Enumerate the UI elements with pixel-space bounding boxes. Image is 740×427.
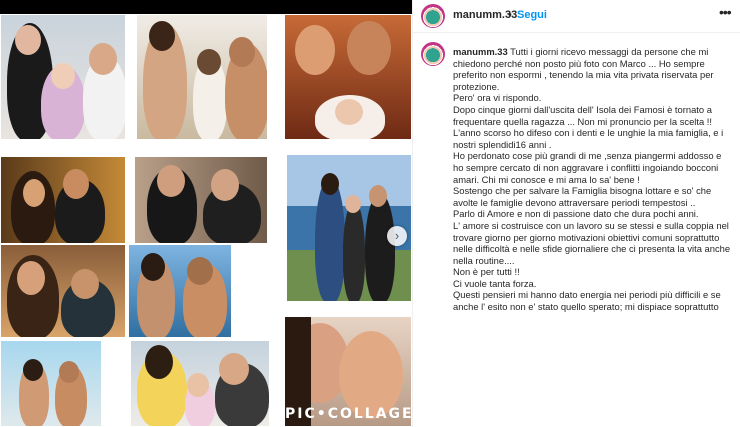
- avatar[interactable]: [421, 4, 445, 28]
- collage-photo-9: PIC•COLLAGE: [284, 316, 412, 427]
- pic-collage-watermark: PIC•COLLAGE: [285, 406, 412, 422]
- follow-button[interactable]: Segui: [517, 9, 547, 21]
- caption-line-9: Non è per tutti !!: [453, 266, 520, 278]
- collage-photo-3: [284, 14, 412, 140]
- caption-line-7: Parlo di Amore e non di passione dato ch…: [453, 208, 699, 220]
- caption-line-6: Sostengo che per salvare la Famiglia bis…: [453, 185, 712, 208]
- collage-photo-10: [0, 340, 102, 427]
- post-header: manumm.33 • Segui •••: [413, 0, 740, 33]
- collage-photo-4: [0, 156, 126, 244]
- caption-line-4: L'anno scorso ho difeso con i denti e le…: [453, 127, 724, 150]
- top-bar: [0, 0, 412, 14]
- collage-photo-2: [136, 14, 268, 140]
- collage-photo-7: [0, 244, 126, 338]
- collage-photo-8: [128, 244, 232, 338]
- caption-line-11: Questi pensieri mi hanno dato energia ne…: [453, 289, 721, 313]
- header-separator: •: [508, 9, 512, 21]
- collage-photo-11: [130, 340, 270, 427]
- caption-username[interactable]: manumm.33: [453, 46, 508, 57]
- post-caption: manumm.33 Tutti i giorni ricevo messaggi…: [453, 46, 733, 313]
- collage-photo-1: [0, 14, 126, 140]
- caption-line-3: Dopo cinque giorni dall'uscita dell' Iso…: [453, 103, 712, 127]
- caption-line-5: Ho perdonato cose più grandi di me ,senz…: [453, 150, 722, 185]
- caption-line-1: manumm.33 Tutti i giorni ricevo messaggi…: [453, 46, 714, 92]
- post-panel: manumm.33 • Segui ••• manumm.33 Tutti i …: [412, 0, 740, 427]
- collage-photo-5: [134, 156, 268, 244]
- caption-line-8: L' amore si costruisce con un lavoro su …: [453, 219, 731, 266]
- photo-collage[interactable]: › PIC•COLLAGE: [0, 14, 412, 427]
- chevron-right-icon[interactable]: ›: [387, 226, 407, 246]
- more-horizontal-icon[interactable]: •••: [719, 4, 732, 20]
- caption-avatar[interactable]: [421, 42, 445, 66]
- caption-line-2: Pero' ora vi rispondo.: [453, 92, 542, 104]
- caption-line-10: Ci vuole tanta forza.: [453, 277, 537, 289]
